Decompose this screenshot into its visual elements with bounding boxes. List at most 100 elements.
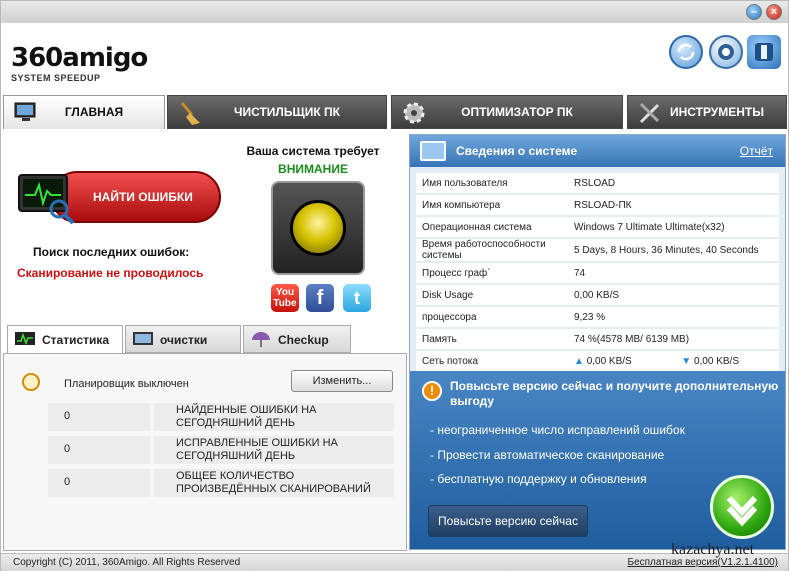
table-row: Процесс граф` 74 — [416, 263, 779, 283]
info-value: Windows 7 Ultimate Ultimate(x32) — [568, 217, 779, 237]
table-row: процессора 9,23 % — [416, 307, 779, 327]
info-key: Процесс граф` — [416, 263, 568, 283]
minimize-icon: – — [750, 6, 758, 18]
scan-monitor-icon — [18, 174, 75, 225]
tab-pc-cleaner-label: ЧИСТИЛЬЩИК ПК — [234, 105, 340, 119]
status-bar: Copyright (C) 2011, 360Amigo. All Rights… — [1, 553, 788, 571]
search-title: Поиск последних ошибок: — [33, 245, 190, 259]
stat-row: 0 ИСПРАВЛЕННЫЕ ОШИБКИ НА СЕГОДНЯШНИЙ ДЕН… — [48, 436, 394, 464]
title-bar: – × — [1, 1, 788, 23]
promo-feature: - Провести автоматическое сканирование — [430, 448, 665, 462]
info-value: 9,23 % — [568, 307, 779, 327]
find-errors-button[interactable]: НАЙТИ ОШИБКИ — [15, 169, 223, 225]
network-values: ▲ 0,00 KB/S ▼ 0,00 KB/S — [568, 351, 779, 371]
umbrella-icon — [252, 332, 270, 347]
system-info-header: Сведения о системе Отчёт — [410, 135, 785, 167]
tab-tools-label: ИНСТРУМЕНТЫ — [669, 105, 765, 119]
table-row: Операционная система Windows 7 Ultimate U… — [416, 217, 779, 237]
chart-monitor-icon — [15, 332, 35, 346]
tab-main-label: ГЛАВНАЯ — [64, 105, 124, 119]
system-requires-text: Ваша система требует — [246, 144, 380, 158]
status-light — [271, 181, 365, 275]
attention-text: ВНИМАНИЕ — [278, 162, 348, 176]
tab-statistics[interactable]: Статистика — [7, 325, 123, 353]
monitor-icon — [420, 141, 446, 161]
stat-value: 0 — [48, 403, 150, 431]
table-row: Disk Usage 0,00 KB/S — [416, 285, 779, 305]
tab-cleanings[interactable]: очистки — [125, 325, 241, 353]
info-key: Память — [416, 329, 568, 349]
info-value: RSLOAD-ПК — [568, 195, 779, 215]
refresh-icon[interactable] — [669, 35, 703, 69]
tab-cleanings-label: очистки — [160, 333, 208, 347]
settings-gear-icon[interactable] — [709, 35, 743, 69]
exclamation-icon: ! — [422, 381, 442, 401]
tab-pc-optimizer[interactable]: ОПТИМИЗАТОР ПК — [391, 95, 623, 129]
checkmark-badge-icon — [710, 475, 774, 539]
stats-tabs: Статистика очистки Checkup — [3, 325, 407, 353]
stat-label: НАЙДЕННЫЕ ОШИБКИ НА СЕГОДНЯШНИЙ ДЕНЬ — [154, 403, 394, 431]
stat-label: ОБЩЕЕ КОЛИЧЕСТВО ПРОИЗВЕДЁННЫХ СКАНИРОВА… — [154, 469, 394, 497]
status-lamp-icon — [290, 200, 346, 256]
info-key: Сеть потока — [416, 351, 568, 371]
system-info-panel: Сведения о системе Отчёт Имя пользовател… — [409, 134, 786, 550]
system-info-table: Имя пользователя RSLOAD Имя компьютера RSL… — [416, 171, 779, 373]
info-key: Disk Usage — [416, 285, 568, 305]
stat-row: 0 НАЙДЕННЫЕ ОШИБКИ НА СЕГОДНЯШНИЙ ДЕНЬ — [48, 403, 394, 431]
tab-checkup[interactable]: Checkup — [243, 325, 351, 353]
tab-tools[interactable]: ИНСТРУМЕНТЫ — [627, 95, 787, 129]
tab-statistics-label: Статистика — [42, 333, 110, 347]
info-value: 74 %(4578 MB/ 6139 MB) — [568, 329, 779, 349]
table-row: Имя компьютера RSLOAD-ПК — [416, 195, 779, 215]
stat-value: 0 — [48, 436, 150, 464]
twitter-icon[interactable]: t — [343, 284, 371, 312]
statistics-panel: Планировщик выключен Изменить... 0 НАЙДЕ… — [3, 353, 407, 551]
stat-label: ИСПРАВЛЕННЫЕ ОШИБКИ НА СЕГОДНЯШНИЙ ДЕНЬ — [154, 436, 394, 464]
lifebuoy-icon[interactable] — [747, 35, 781, 69]
youtube-icon[interactable]: You Tube — [271, 284, 299, 312]
table-row: Сеть потока ▲ 0,00 KB/S ▼ 0,00 KB/S — [416, 351, 779, 371]
upgrade-button[interactable]: Повысьте версию сейчас — [428, 505, 588, 537]
scan-status: Сканирование не проводилось — [17, 266, 204, 280]
change-button[interactable]: Изменить... — [291, 370, 393, 392]
scheduler-status: Планировщик выключен — [64, 378, 189, 390]
watermark-text: kazachya.net — [671, 541, 755, 558]
info-key: Операционная система — [416, 217, 568, 237]
logo-subtitle: SYSTEM SPEEDUP — [11, 73, 101, 83]
main-tabs: ГЛАВНАЯ ЧИСТИЛЬЩИК ПК ОПТИМИЗАТОР ПК ИНС… — [1, 93, 788, 129]
promo-feature: - бесплатную поддержку и обновления — [430, 472, 647, 486]
info-value: 74 — [568, 263, 779, 283]
info-key: Имя компьютера — [416, 195, 568, 215]
find-errors-label: НАЙТИ ОШИБКИ — [93, 190, 193, 204]
info-key: Имя пользователя — [416, 173, 568, 193]
tab-pc-optimizer-label: ОПТИМИЗАТОР ПК — [461, 105, 573, 119]
tab-checkup-label: Checkup — [278, 333, 329, 347]
upload-arrow-icon: ▲ — [574, 355, 584, 367]
header: 360amigo SYSTEM SPEEDUP — [1, 23, 788, 93]
table-row: Имя пользователя RSLOAD — [416, 173, 779, 193]
clock-icon — [22, 373, 40, 391]
report-link[interactable]: Отчёт — [740, 144, 773, 158]
logo-brand: 360amigo — [11, 43, 148, 73]
promo-title: Повысьте версию сейчас и получите дополн… — [450, 379, 779, 408]
upload-speed: 0,00 KB/S — [586, 355, 632, 367]
logo: 360amigo SYSTEM SPEEDUP — [11, 43, 148, 89]
system-info-title: Сведения о системе — [456, 144, 578, 158]
info-value: 5 Days, 8 Hours, 36 Minutes, 40 Seconds — [568, 239, 779, 261]
close-button[interactable]: × — [766, 4, 782, 20]
info-value: RSLOAD — [568, 173, 779, 193]
promo-feature: - неограниченное число исправлений ошибо… — [430, 423, 685, 437]
tab-pc-cleaner[interactable]: ЧИСТИЛЬЩИК ПК — [167, 95, 387, 129]
minimize-button[interactable]: – — [746, 4, 762, 20]
stat-row: 0 ОБЩЕЕ КОЛИЧЕСТВО ПРОИЗВЕДЁННЫХ СКАНИРО… — [48, 469, 394, 497]
table-row: Память 74 %(4578 MB/ 6139 MB) — [416, 329, 779, 349]
close-icon: × — [770, 6, 778, 18]
info-key: процессора — [416, 307, 568, 327]
app-window: – × 360amigo SYSTEM SPEEDUP ГЛАВНАЯ ЧИСТ… — [0, 0, 789, 571]
download-arrow-icon: ▼ — [681, 355, 692, 367]
facebook-icon[interactable]: f — [306, 284, 334, 312]
info-value: 0,00 KB/S — [568, 285, 779, 305]
tab-main[interactable]: ГЛАВНАЯ — [3, 95, 165, 129]
monitor-clean-icon — [133, 332, 153, 345]
copyright-text: Copyright (C) 2011, 360Amigo. All Rights… — [13, 557, 241, 568]
